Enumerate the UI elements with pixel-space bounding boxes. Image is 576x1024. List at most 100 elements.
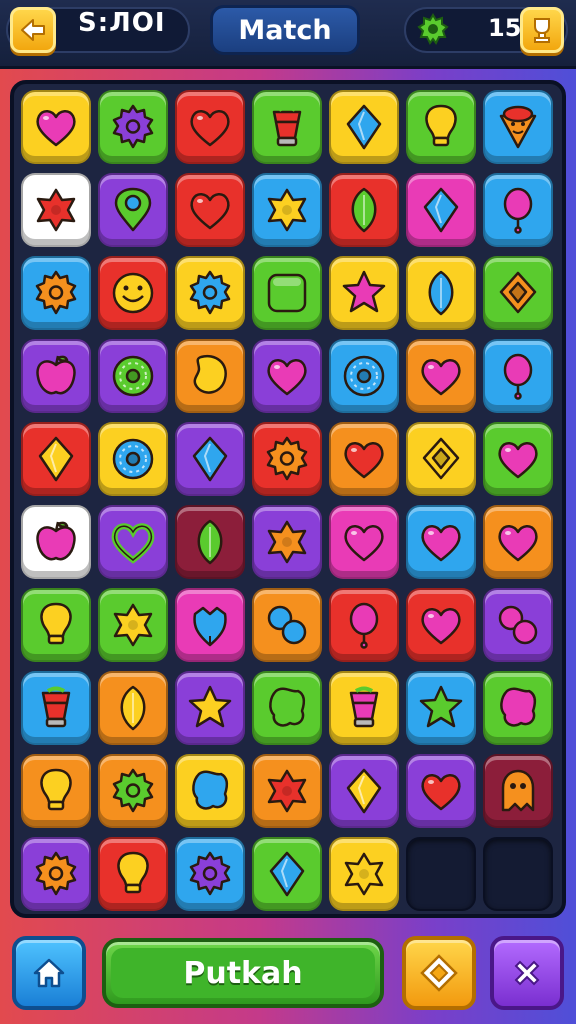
- home-button[interactable]: [12, 936, 86, 1010]
- tile-bulb[interactable]: [21, 588, 91, 662]
- tile-kite[interactable]: [406, 422, 476, 496]
- tile-flower[interactable]: [252, 505, 322, 579]
- donut-icon: [343, 355, 385, 397]
- tile-diamond[interactable]: [252, 837, 322, 911]
- tile-flower[interactable]: [329, 837, 399, 911]
- tile-pin[interactable]: [98, 173, 168, 247]
- tile-bubbles[interactable]: [252, 588, 322, 662]
- close-button[interactable]: [490, 936, 564, 1010]
- tile-heart[interactable]: [483, 422, 553, 496]
- tile-cone[interactable]: [483, 90, 553, 164]
- tile-square[interactable]: [252, 256, 322, 330]
- heart-icon: [421, 359, 461, 396]
- tile-gear[interactable]: [21, 256, 91, 330]
- tile-gear[interactable]: [21, 837, 91, 911]
- tile-star[interactable]: [329, 256, 399, 330]
- tile-bubbles[interactable]: [483, 588, 553, 662]
- leaf-icon: [197, 519, 223, 565]
- tile-balloon[interactable]: [329, 588, 399, 662]
- tile-donut[interactable]: [98, 339, 168, 413]
- tile-bulb[interactable]: [406, 90, 476, 164]
- blob-icon: [269, 687, 305, 727]
- tile-leaf[interactable]: [406, 256, 476, 330]
- tile-heart[interactable]: [329, 505, 399, 579]
- tile-heart[interactable]: [406, 339, 476, 413]
- tile-ghost[interactable]: [483, 754, 553, 828]
- heart-icon: [267, 359, 307, 396]
- tile-flower[interactable]: [252, 754, 322, 828]
- leaf-icon: [120, 685, 146, 731]
- tile-diamond[interactable]: [406, 173, 476, 247]
- tile-heart-outline[interactable]: [98, 505, 168, 579]
- tile-diamond[interactable]: [21, 422, 91, 496]
- tile-gear[interactable]: [252, 422, 322, 496]
- back-button[interactable]: [10, 7, 56, 53]
- tile-gear[interactable]: [98, 90, 168, 164]
- tile-blob[interactable]: [483, 671, 553, 745]
- tile-flower[interactable]: [252, 173, 322, 247]
- heart-icon: [344, 525, 384, 562]
- tile-leaf[interactable]: [329, 173, 399, 247]
- heart-icon: [36, 110, 76, 147]
- heart-icon: [421, 774, 461, 811]
- drop-icon: [193, 606, 227, 647]
- cup-icon: [272, 105, 302, 147]
- tile-bulb[interactable]: [98, 837, 168, 911]
- tile-heart[interactable]: [483, 505, 553, 579]
- close-icon: [514, 960, 540, 986]
- empty-cell: [483, 837, 553, 911]
- tile-star[interactable]: [406, 671, 476, 745]
- tile-kite[interactable]: [483, 256, 553, 330]
- trophy-button[interactable]: [520, 7, 564, 53]
- tile-heart[interactable]: [175, 90, 245, 164]
- gear-icon: [266, 436, 308, 481]
- home-icon: [33, 958, 65, 988]
- tile-bulb[interactable]: [21, 754, 91, 828]
- tile-smile[interactable]: [98, 256, 168, 330]
- tile-heart[interactable]: [252, 339, 322, 413]
- tile-heart[interactable]: [329, 422, 399, 496]
- tile-gear[interactable]: [175, 256, 245, 330]
- tile-apple[interactable]: [21, 505, 91, 579]
- tile-bean[interactable]: [175, 339, 245, 413]
- tile-diamond[interactable]: [175, 422, 245, 496]
- tile-flower[interactable]: [21, 173, 91, 247]
- heart-icon: [421, 608, 461, 645]
- tile-cup[interactable]: [21, 671, 91, 745]
- tile-drop[interactable]: [175, 588, 245, 662]
- tile-star[interactable]: [175, 671, 245, 745]
- primary-action-button[interactable]: Putkah: [102, 938, 384, 1008]
- flower-icon: [36, 188, 76, 232]
- tile-diamond[interactable]: [329, 90, 399, 164]
- tile-flower[interactable]: [98, 588, 168, 662]
- tile-cup[interactable]: [252, 90, 322, 164]
- tile-heart[interactable]: [175, 173, 245, 247]
- tile-donut[interactable]: [329, 339, 399, 413]
- tile-donut[interactable]: [98, 422, 168, 496]
- trophy-icon: [534, 18, 550, 43]
- bubbles-icon: [498, 605, 538, 645]
- diamond-icon: [192, 436, 228, 482]
- tile-balloon[interactable]: [483, 173, 553, 247]
- tile-blob[interactable]: [175, 754, 245, 828]
- tile-heart[interactable]: [21, 90, 91, 164]
- heart-icon: [498, 442, 538, 479]
- tile-leaf[interactable]: [175, 505, 245, 579]
- flower-icon: [267, 520, 307, 564]
- tile-gear[interactable]: [98, 754, 168, 828]
- tile-apple[interactable]: [21, 339, 91, 413]
- hint-button[interactable]: [402, 936, 476, 1010]
- tile-heart[interactable]: [406, 505, 476, 579]
- tile-gear[interactable]: [175, 837, 245, 911]
- diamond-icon: [269, 851, 305, 897]
- tile-blob[interactable]: [252, 671, 322, 745]
- tile-heart[interactable]: [406, 754, 476, 828]
- star-icon: [342, 270, 386, 313]
- tile-diamond[interactable]: [329, 754, 399, 828]
- tile-balloon[interactable]: [483, 339, 553, 413]
- heart-outline-icon: [111, 523, 155, 564]
- tile-leaf[interactable]: [98, 671, 168, 745]
- flower-icon: [267, 769, 307, 813]
- tile-cup[interactable]: [329, 671, 399, 745]
- tile-heart[interactable]: [406, 588, 476, 662]
